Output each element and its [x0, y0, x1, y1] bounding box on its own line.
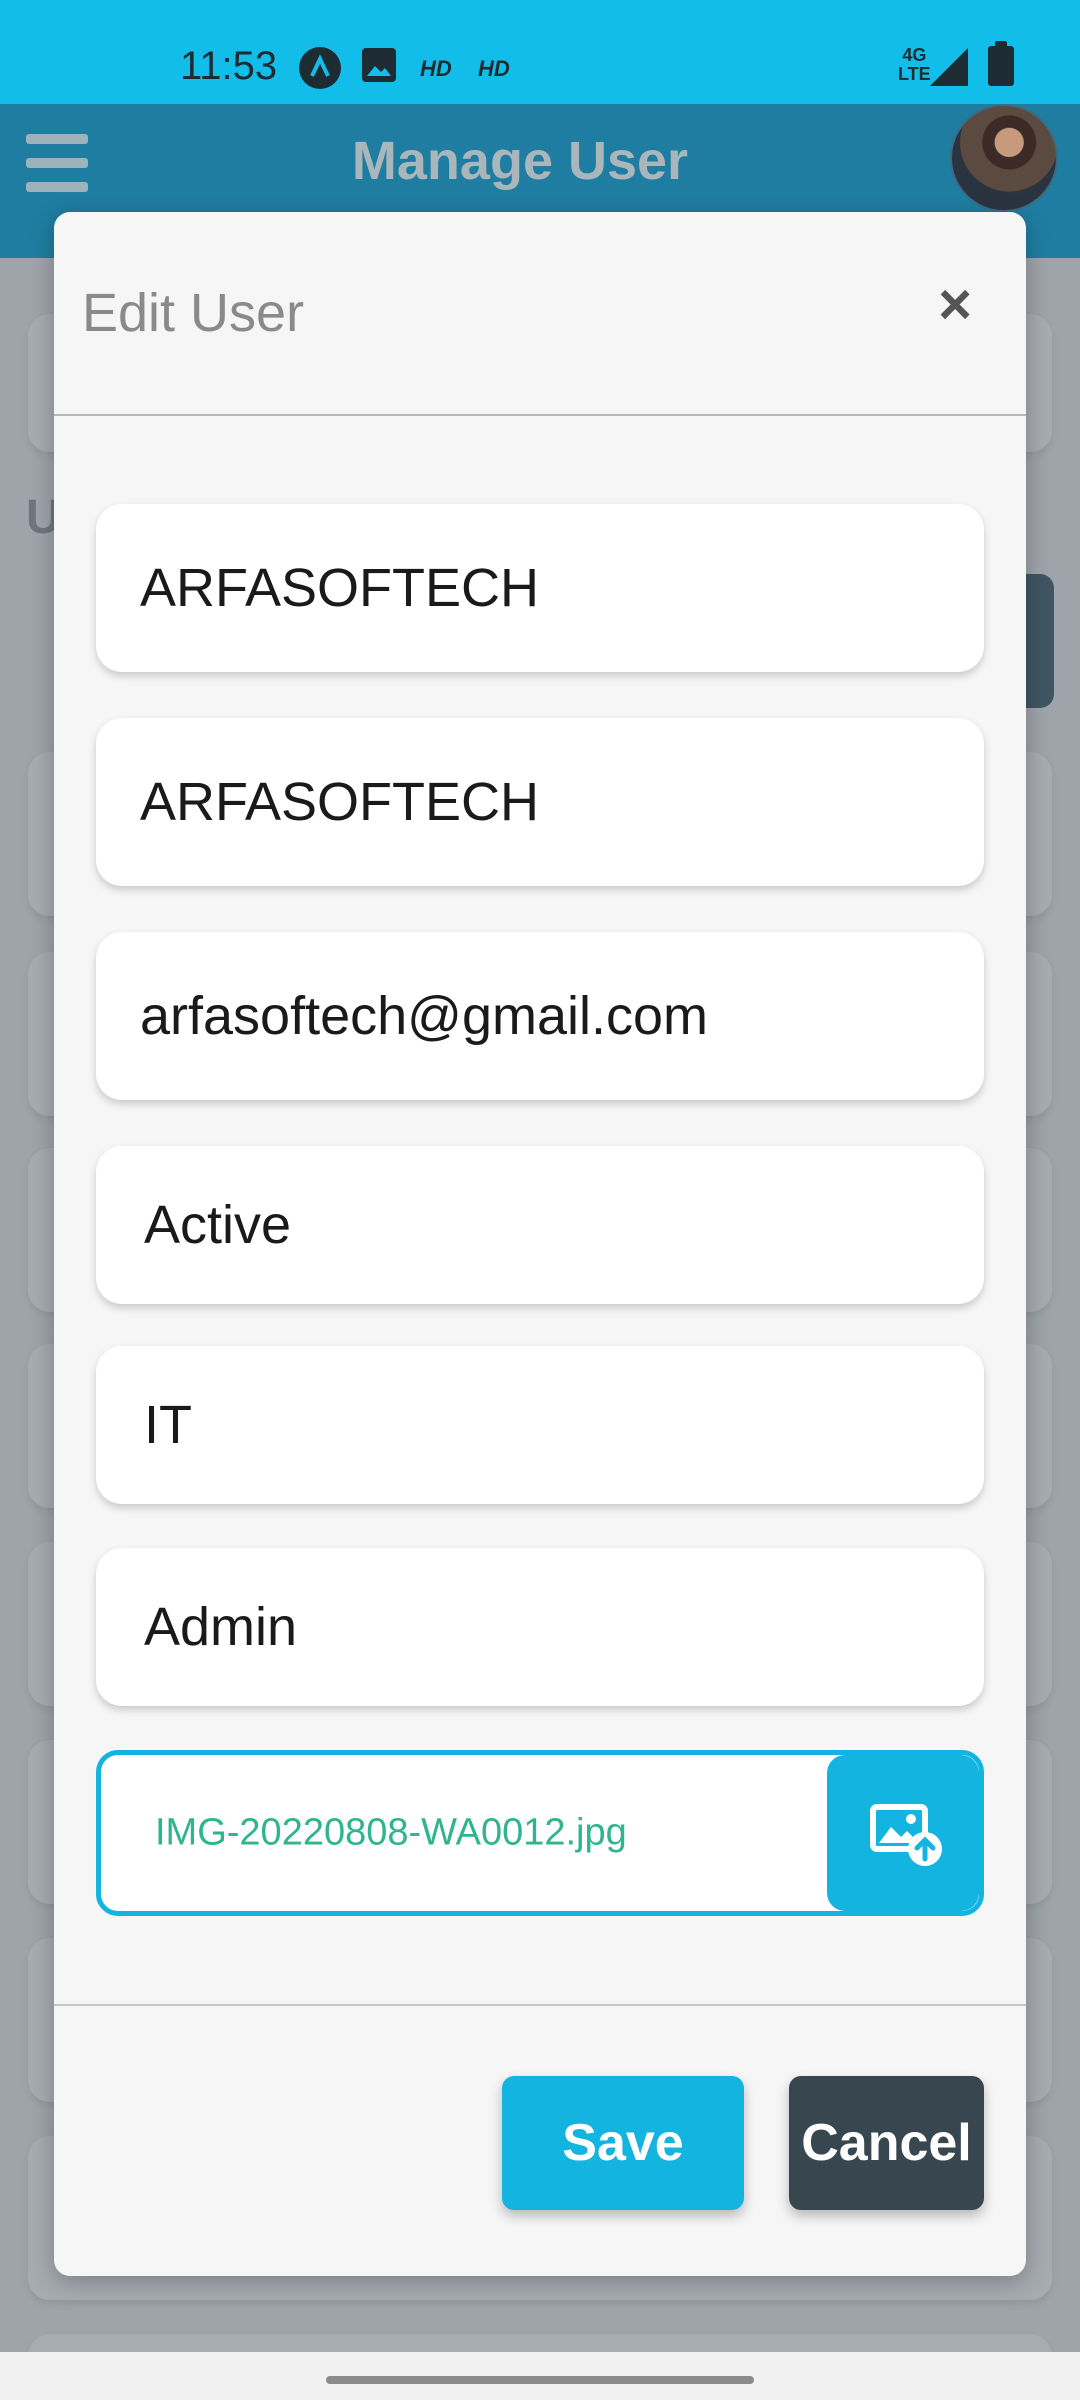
name-field[interactable]: ARFASOFTECH [96, 504, 984, 672]
image-upload-button[interactable] [827, 1755, 979, 1911]
image-file-input[interactable]: IMG-20220808-WA0012.jpg [96, 1750, 984, 1916]
edit-user-dialog: Edit User × ARFASOFTECH ARFASOFTECH arfa… [54, 212, 1026, 2276]
navigation-bar [0, 2352, 1080, 2400]
close-icon[interactable]: × [924, 274, 986, 336]
email-field-value: arfasoftech@gmail.com [140, 986, 709, 1046]
page-title: Manage User [351, 131, 689, 191]
dialog-title: Edit User [82, 283, 305, 343]
status-select[interactable]: Active [96, 1146, 984, 1304]
dialog-header: Edit User × [54, 212, 1026, 416]
avatar[interactable] [950, 104, 1058, 212]
status-time: 11:53 [180, 44, 278, 88]
company-field[interactable]: ARFASOFTECH [96, 718, 984, 886]
network-lte: LTE [898, 64, 931, 84]
status-select-value: Active [144, 1195, 292, 1255]
department-select[interactable]: IT [96, 1346, 984, 1504]
network-4g: 4G [902, 45, 927, 65]
home-indicator[interactable] [326, 2376, 754, 2384]
name-field-value: ARFASOFTECH [140, 558, 540, 618]
app-notification-icon [299, 47, 341, 89]
department-select-value: IT [144, 1395, 192, 1455]
email-field[interactable]: arfasoftech@gmail.com [96, 932, 984, 1100]
cancel-button[interactable]: Cancel [789, 2076, 984, 2210]
battery-icon [988, 41, 1014, 86]
signal-icon [930, 48, 968, 86]
company-field-value: ARFASOFTECH [140, 772, 540, 832]
footer-divider [54, 2004, 1026, 2006]
status-bar: 11:53 HD HD 4G LTE [0, 0, 1080, 104]
network-type: 4G LTE [898, 46, 931, 84]
selected-file-name: IMG-20220808-WA0012.jpg [155, 1811, 627, 1854]
hd-indicator: HD [420, 56, 452, 81]
image-upload-icon [870, 1804, 942, 1866]
save-button[interactable]: Save [502, 2076, 744, 2210]
gallery-notification-icon [362, 48, 396, 82]
hd-indicator: HD [478, 56, 510, 81]
role-select-value: Admin [144, 1597, 298, 1657]
role-select[interactable]: Admin [96, 1548, 984, 1706]
